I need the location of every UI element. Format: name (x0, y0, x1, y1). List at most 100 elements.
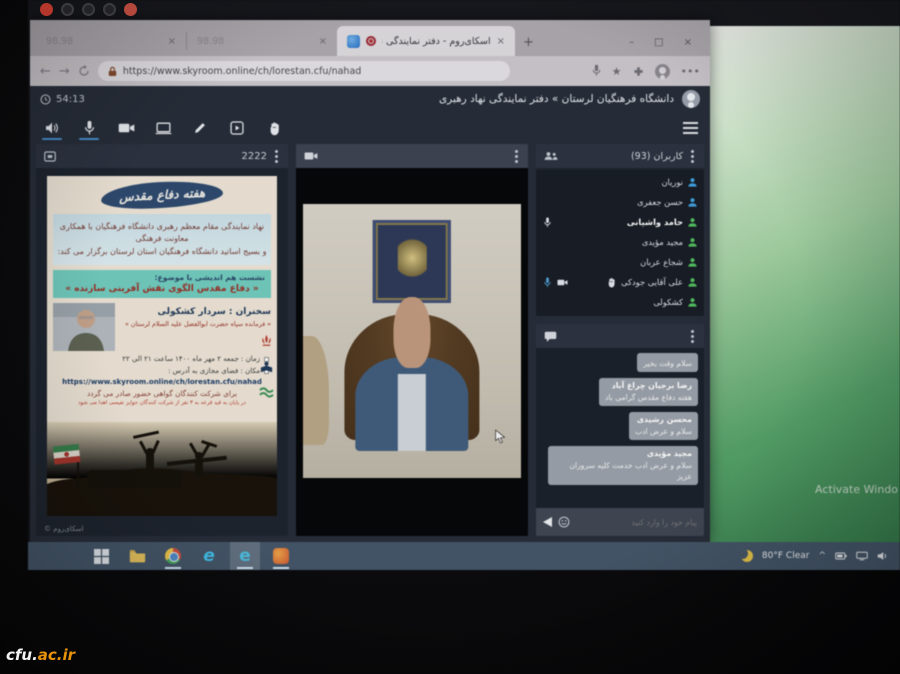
board-icon (44, 151, 56, 162)
volume-icon[interactable] (877, 551, 888, 561)
tab-close-icon[interactable]: × (497, 36, 505, 47)
user-row[interactable]: کشکولی (542, 292, 698, 312)
app-toolbar (30, 112, 710, 144)
browser-nav-bar: ← → ★ (30, 56, 710, 86)
users-menu-icon[interactable] (689, 148, 696, 165)
user-row[interactable]: حسن جعفری (542, 192, 698, 212)
raise-hand-button[interactable] (264, 117, 284, 139)
speaker-button[interactable] (42, 117, 62, 139)
tab-close-icon[interactable]: × (319, 36, 327, 47)
back-button[interactable]: ← (40, 64, 51, 79)
user-row[interactable]: حامد واشیانی (542, 212, 698, 232)
speaker-head (393, 297, 430, 368)
speaker-photo (53, 303, 115, 351)
chat-bubble-icon (544, 331, 557, 342)
browser-menu-icon[interactable]: ••• (681, 65, 700, 78)
user-status-icon-blue (687, 177, 698, 188)
poster-intro: نهاد نمایندگی مقام معظم رهبری دانشگاه فر… (53, 214, 271, 265)
edge-icon[interactable]: e (230, 542, 260, 570)
close-window-button[interactable]: × (684, 37, 692, 48)
mic-on-icon-blue (542, 277, 553, 288)
dark-dot-icon (82, 3, 95, 16)
speaker-role: « فرمانده سپاه حضرت ابوالفضل علیه السلام… (121, 321, 271, 328)
chat-panel: سلام وقت بخیر رضا برجیان چراغ آباد هفته … (536, 324, 704, 536)
play-media-button[interactable] (227, 117, 247, 139)
poster-topic: نشست هم اندیشی با موضوع: « دفاع مقدس الگ… (53, 270, 271, 298)
app-icon-orange[interactable] (266, 542, 296, 570)
video-panel (296, 144, 528, 536)
forward-button[interactable]: → (59, 64, 70, 79)
poster-prize-line: در پایان به قید قرعه به ۳ نفر از شرکت کن… (47, 400, 277, 406)
weather-text[interactable]: 80°F Clear (762, 551, 810, 561)
microphone-button[interactable] (79, 117, 99, 139)
basij-logo (259, 386, 274, 398)
poster-speaker-row: سخنران : سردار کشکولی « فرمانده سپاه حضر… (53, 303, 271, 351)
chat-header (536, 324, 704, 348)
whiteboard-panel: 2222 هفته دفاع مقدس نهاد نمایندگی مقام م… (36, 144, 288, 536)
user-status-icon-green (687, 237, 698, 248)
window-controls: – □ × (617, 37, 704, 56)
send-message-icon[interactable] (543, 517, 552, 527)
webcam-dots (40, 3, 137, 16)
voice-search-icon[interactable] (592, 62, 601, 81)
user-row[interactable]: شجاع عربان (542, 252, 698, 272)
screen-share-button[interactable] (153, 117, 173, 139)
extension-icon[interactable] (633, 62, 644, 81)
app-main: 2222 هفته دفاع مقدس نهاد نمایندگی مقام م… (36, 144, 704, 536)
raised-hand-icon (606, 277, 617, 288)
maximize-button[interactable]: □ (654, 37, 663, 48)
emoji-icon[interactable] (558, 516, 570, 528)
moon-weather-icon[interactable] (741, 550, 753, 562)
users-icon (544, 151, 558, 161)
browser-tab-1[interactable]: 98.98 × (36, 26, 186, 56)
wall-picture-frame (373, 220, 451, 302)
display-icon[interactable] (856, 551, 868, 561)
poster-link: https://www.skyroom.online/ch/lorestan.c… (47, 378, 277, 386)
chat-menu-icon[interactable] (689, 328, 696, 345)
whiteboard-menu-icon[interactable] (273, 148, 280, 165)
refresh-button[interactable] (78, 65, 90, 77)
user-row-partial[interactable] (542, 312, 698, 316)
user-row[interactable]: نوریان (542, 172, 698, 192)
user-row[interactable]: مجید مؤیدی (542, 232, 698, 252)
session-timer: 54:13 (40, 94, 85, 105)
new-tab-button[interactable]: + (523, 35, 534, 50)
file-explorer-icon[interactable] (122, 542, 152, 570)
draw-pencil-button[interactable] (190, 117, 210, 139)
user-status-icon-green (687, 297, 698, 308)
browser-tab-2[interactable]: 98.98 × (187, 26, 337, 56)
battery-icon[interactable] (835, 551, 847, 561)
mouse-cursor (494, 429, 507, 448)
speaker-name: سخنران : سردار کشکولی (121, 307, 271, 317)
minimize-button[interactable]: – (629, 37, 634, 48)
browser-tab-active[interactable]: اسکای‌روم - دفتر نمایندگی نها × (337, 26, 515, 56)
hamburger-menu-icon[interactable] (683, 122, 698, 134)
chat-messages: سلام وقت بخیر رضا برجیان چراغ آباد هفته … (536, 348, 704, 508)
internet-explorer-icon[interactable]: e (194, 542, 224, 570)
address-bar[interactable] (98, 61, 510, 81)
windows-taskbar: e e 80°F Clear ^ (28, 542, 900, 570)
skyroom-favicon-icon (347, 35, 360, 48)
chat-message-input[interactable] (576, 518, 697, 527)
video-menu-icon[interactable] (513, 148, 520, 165)
poster-place-line: مکان : فضای مجازی به آدرس : (55, 367, 269, 375)
users-title: کاربران (93) (631, 151, 683, 162)
clock-icon (40, 94, 51, 105)
curtain (303, 336, 329, 446)
start-button[interactable] (86, 542, 116, 570)
tray-expand-icon[interactable]: ^ (818, 551, 826, 561)
user-status-icon-green (687, 217, 698, 228)
url-input[interactable] (123, 66, 500, 77)
favorite-star-icon[interactable]: ★ (612, 65, 622, 78)
browser-profile-avatar[interactable] (655, 64, 670, 79)
user-row[interactable]: علی آقایی جودکی (542, 272, 698, 292)
red-dot-icon (124, 3, 137, 16)
browser-tab-bar: 98.98 × 98.98 × اسکای‌روم - دفتر نمایندگ… (30, 20, 710, 56)
webcam-button[interactable] (116, 117, 136, 139)
user-avatar[interactable] (682, 90, 700, 108)
nav-right-icons: ★ ••• (592, 62, 700, 81)
users-panel: کاربران (93) نوریان (536, 144, 704, 316)
tab-close-icon[interactable]: × (168, 36, 176, 47)
chrome-icon[interactable] (158, 542, 188, 570)
chat-message: مجید مؤیدی سلام و عرض ادب خدمت کلیه سرور… (548, 446, 698, 485)
